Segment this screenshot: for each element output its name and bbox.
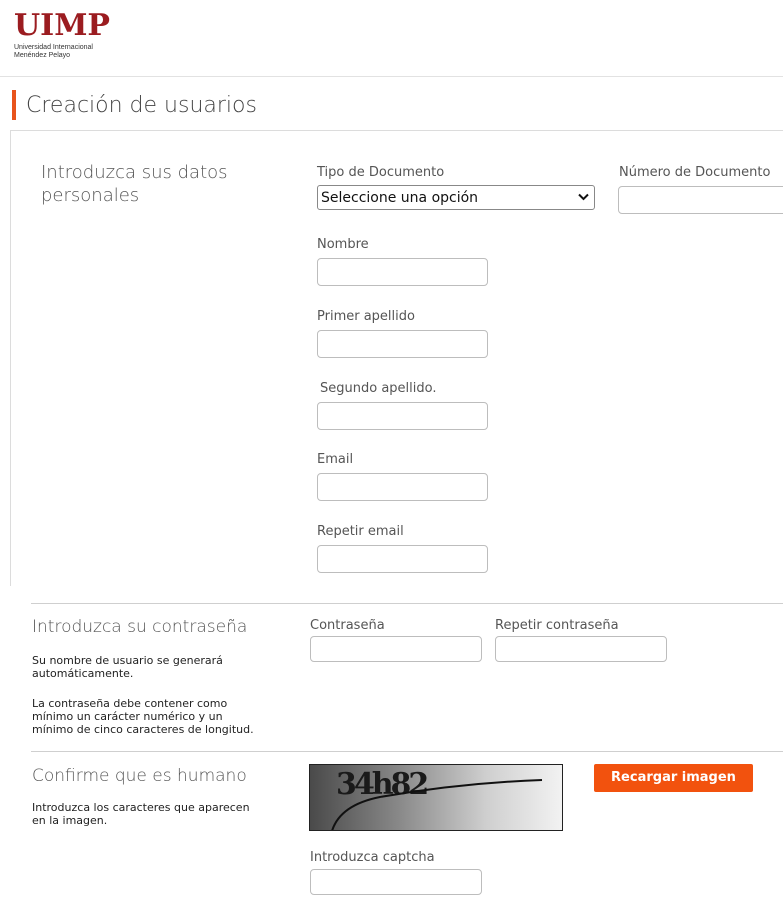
title-accent-bar (12, 90, 16, 120)
captcha-section-title: Confirme que es humano (32, 766, 247, 786)
logo-subtitle-line1: Universidad Internacional (14, 44, 93, 51)
captcha-image: 34h82 (309, 764, 563, 831)
segundo-apellido-label: Segundo apellido. (320, 381, 437, 396)
tipo-documento-selected: Seleccione una opción (321, 190, 479, 206)
username-note-line2: automáticamente. (32, 667, 134, 680)
password-divider (31, 603, 783, 604)
personal-section-title-line2: personales (41, 185, 140, 206)
captcha-note-line2: en la imagen. (32, 814, 108, 827)
tipo-documento-label: Tipo de Documento (317, 165, 445, 180)
repetir-contrasena-input[interactable] (495, 636, 667, 662)
password-rules-note: La contraseña debe contener como mínimo … (32, 697, 254, 736)
logo-subtitle: Universidad Internacional Menéndez Pelay… (14, 44, 93, 60)
personal-section-title: Introduzca sus datos personales (41, 161, 228, 207)
logo-subtitle-line2: Menéndez Pelayo (14, 52, 71, 59)
password-section-title: Introduzca su contraseña (32, 617, 248, 637)
primer-apellido-label: Primer apellido (317, 309, 415, 324)
repetir-contrasena-label: Repetir contraseña (495, 618, 619, 633)
repetir-email-input[interactable] (317, 545, 488, 573)
reload-captcha-button[interactable]: Recargar imagen (594, 764, 753, 792)
chevron-down-icon (578, 193, 589, 201)
password-rules-line2: mínimo un carácter numérico y un (32, 710, 223, 723)
page-title: Creación de usuarios (26, 93, 257, 118)
email-label: Email (317, 452, 354, 467)
email-input[interactable] (317, 473, 488, 501)
captcha-input[interactable] (310, 869, 482, 895)
segundo-apellido-input[interactable] (317, 402, 488, 430)
personal-section-title-line1: Introduzca sus datos (41, 162, 228, 183)
contrasena-label: Contraseña (310, 618, 385, 633)
nombre-input[interactable] (317, 258, 488, 286)
contrasena-input[interactable] (310, 636, 482, 662)
numero-documento-label: Número de Documento (619, 165, 771, 180)
password-rules-line3: mínimo de cinco caracteres de longitud. (32, 723, 254, 736)
captcha-note: Introduzca los caracteres que aparecen e… (32, 801, 250, 827)
primer-apellido-input[interactable] (317, 330, 488, 358)
numero-documento-input[interactable] (618, 186, 783, 214)
captcha-input-label: Introduzca captcha (310, 850, 435, 865)
header-divider (0, 76, 783, 77)
captcha-noise-icon (331, 779, 543, 830)
username-note-line1: Su nombre de usuario se generará (32, 654, 223, 667)
captcha-note-line1: Introduzca los caracteres que aparecen (32, 801, 250, 814)
nombre-label: Nombre (317, 237, 369, 252)
password-rules-line1: La contraseña debe contener como (32, 697, 228, 710)
tipo-documento-select[interactable]: Seleccione una opción (317, 185, 595, 210)
username-note: Su nombre de usuario se generará automát… (32, 654, 223, 680)
captcha-divider (31, 751, 783, 752)
logo-text: UIMP (14, 8, 110, 43)
repetir-email-label: Repetir email (317, 524, 404, 539)
